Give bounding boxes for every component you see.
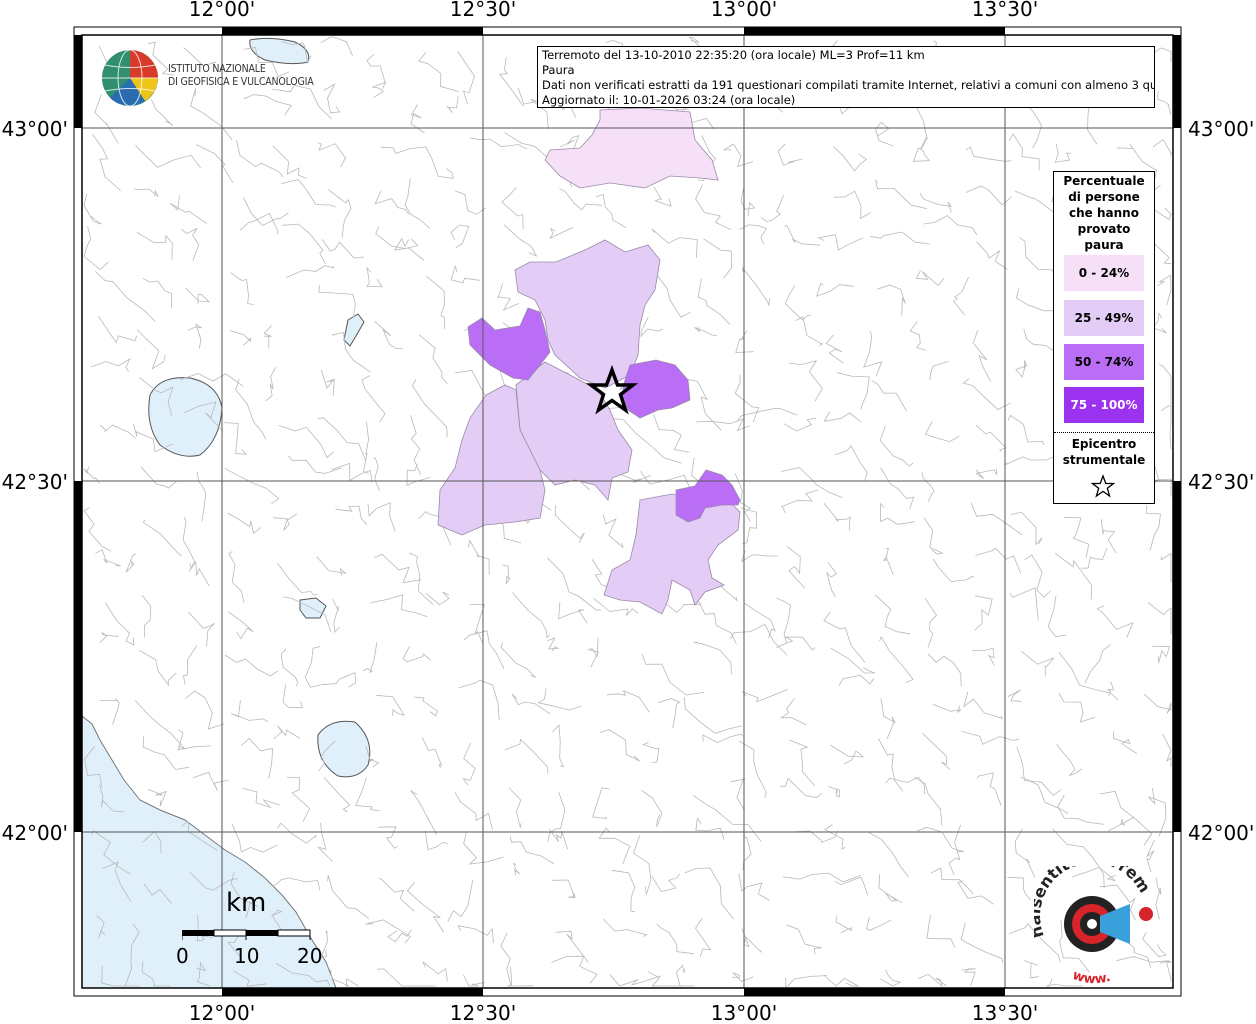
legend-class-swatch: 25 - 49% — [1064, 300, 1144, 336]
legend-title-line: paura — [1084, 238, 1124, 252]
globe-icon — [102, 49, 158, 107]
legend-epicenter-line: strumentale — [1062, 453, 1146, 467]
legend-title: Percentuale di persone che hanno provato… — [1054, 173, 1154, 253]
scale-tick-label: 20 — [297, 944, 323, 968]
lon-label-bottom: 13°00' — [711, 1001, 777, 1024]
lat-label-right: 42°30' — [1188, 470, 1254, 494]
event-info-line: Dati non verificati estratti da 191 ques… — [542, 78, 1155, 92]
lat-label-left: 42°00' — [2, 821, 68, 845]
lat-label-left: 43°00' — [2, 117, 68, 141]
lon-label-top: 13°00' — [711, 0, 777, 21]
legend-epicenter-line: Epicentro — [1071, 437, 1137, 451]
event-info-line: Terremoto del 13-10-2010 22:35:20 (ora l… — [542, 48, 925, 62]
svg-text:www.: www. — [1070, 968, 1112, 986]
lon-label-top: 12°00' — [189, 0, 255, 21]
star-outline-icon — [1090, 474, 1116, 498]
ingv-name: ISTITUTO NAZIONALE DI GEOFISICA E VULCAN… — [168, 63, 314, 89]
event-info-line: Paura — [542, 63, 575, 77]
lon-label-bottom: 12°30' — [450, 1001, 516, 1024]
legend-class-swatch: 50 - 74% — [1064, 344, 1144, 380]
lat-label-right: 43°00' — [1188, 117, 1254, 141]
scale-tick-label: 10 — [234, 944, 260, 968]
scale-bar: km 0 10 20 — [176, 888, 336, 978]
legend: Percentuale di persone che hanno provato… — [1053, 171, 1155, 504]
legend-class-swatch: 75 - 100% — [1064, 387, 1144, 423]
ingv-line-2: DI GEOFISICA E VULCANOLOGIA — [168, 76, 314, 88]
legend-class-swatch: 0 - 24% — [1064, 255, 1144, 291]
legend-title-line: di persone — [1068, 190, 1140, 204]
lon-label-top: 13°30' — [972, 0, 1038, 21]
event-info-box: Terremoto del 13-10-2010 22:35:20 (ora l… — [537, 46, 1155, 108]
lat-label-right: 42°00' — [1188, 821, 1254, 845]
ingv-logo: ISTITUTO NAZIONALE DI GEOFISICA E VULCAN… — [100, 48, 320, 108]
legend-epicenter-label: Epicentro strumentale — [1054, 436, 1154, 468]
legend-title-line: Percentuale — [1063, 174, 1145, 188]
target-megaphone-icon: haisentitoilterremoto.it www. — [1025, 848, 1154, 987]
legend-separator — [1054, 432, 1154, 433]
lon-label-bottom: 12°00' — [189, 1001, 255, 1024]
legend-title-line: che hanno — [1069, 206, 1139, 220]
lat-label-left: 42°30' — [2, 470, 68, 494]
lon-label-top: 12°30' — [450, 0, 516, 21]
scale-unit: km — [226, 888, 267, 918]
haisentito-prefix: www. — [1070, 968, 1112, 988]
scale-bar-graphic — [182, 929, 311, 940]
haisentito-logo: haisentitoilterremoto.it www. — [1025, 848, 1164, 987]
event-info-line: Aggiornato il: 10-01-2026 03:24 (ora loc… — [542, 93, 796, 107]
lon-label-bottom: 13°30' — [972, 1001, 1038, 1024]
legend-title-line: provato — [1077, 222, 1131, 236]
ingv-line-1: ISTITUTO NAZIONALE — [168, 63, 266, 75]
scale-tick-label: 0 — [176, 944, 189, 968]
